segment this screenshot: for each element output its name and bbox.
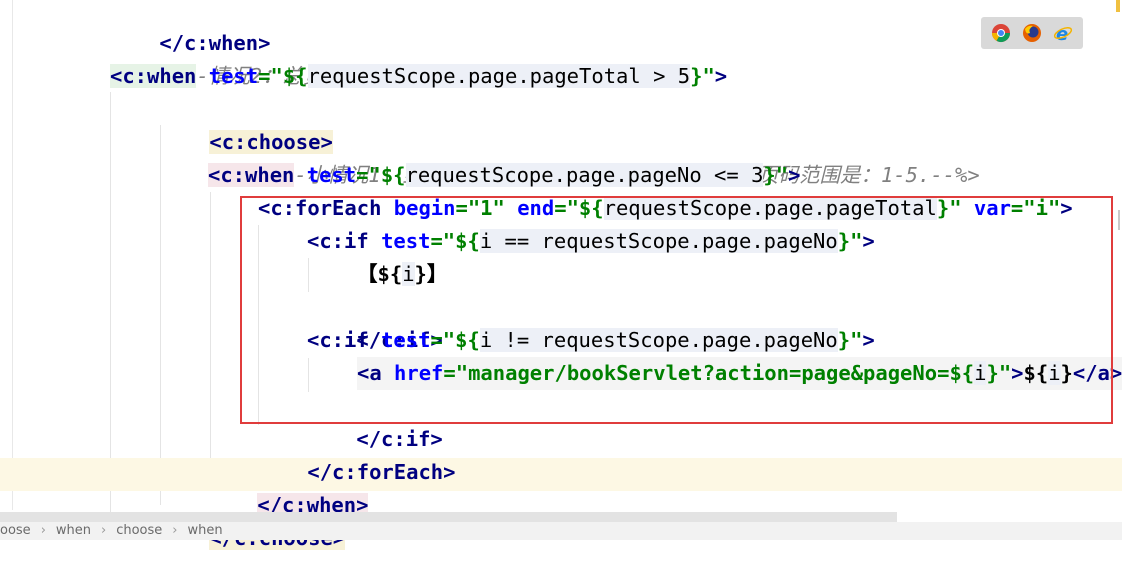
attr-value: ="manager/bookServlet?action=page&pageNo… <box>443 361 950 385</box>
el-close: } <box>763 163 776 187</box>
breadcrumb: oose › when › choose › when <box>0 522 1122 540</box>
tag-close: > <box>788 163 801 187</box>
el-expression: requestScope.page.pageNo <= 3 <box>405 163 764 187</box>
code-line[interactable]: <a href="manager/bookServlet?action=page… <box>357 357 1122 390</box>
breadcrumb-item[interactable]: oose <box>0 522 31 540</box>
el-open: ${ <box>455 328 480 352</box>
ie-icon[interactable]: e <box>1053 23 1073 45</box>
browser-preview-bar: e <box>981 17 1083 49</box>
code-line[interactable]: </c:if> <box>307 390 442 451</box>
el-expression: requestScope.page.pageTotal > 5 <box>307 64 691 88</box>
svg-text:e: e <box>1056 24 1068 43</box>
tag-close: > <box>1011 361 1024 385</box>
attr-quote: " <box>850 229 863 253</box>
el-open: ${ <box>578 196 604 220</box>
if-tag: <c:if <box>307 229 369 253</box>
gutter-divider <box>12 0 13 510</box>
tag-close: > <box>714 64 728 88</box>
tag-close: > <box>862 229 875 253</box>
attr-name: test <box>208 64 259 88</box>
attr-name: end <box>517 196 555 220</box>
attr-quote: " <box>998 361 1012 385</box>
code-line[interactable]: <c:when test="${requestScope.page.pageNo… <box>208 159 800 192</box>
code-line[interactable]: <%--小情况1：当前页码为前面3个：1，2，3的情况，页码范围是：1-5.--… <box>208 126 979 187</box>
el-close: } <box>837 328 851 352</box>
breadcrumb-item[interactable]: when <box>56 522 91 540</box>
indent-guide <box>210 192 211 462</box>
el-close: } <box>414 262 427 286</box>
indent-guide <box>308 258 309 292</box>
when-tag: <c:when <box>208 163 295 187</box>
code-line[interactable]: <c:if test="${i != requestScope.page.pag… <box>307 324 875 357</box>
el-close: } <box>837 229 851 253</box>
el-close: } <box>690 64 703 88</box>
anchor-tag: <a <box>357 361 382 385</box>
attr-name: var <box>973 196 1011 220</box>
code-line[interactable]: </c:when> <box>110 0 270 55</box>
el-expression: i <box>1048 361 1061 385</box>
breadcrumb-item[interactable]: when <box>187 522 222 540</box>
chrome-icon[interactable] <box>991 23 1011 43</box>
el-open: ${ <box>380 163 406 187</box>
attr-value: ="1" <box>455 196 505 220</box>
code-line[interactable]: </c:if> <box>307 291 442 352</box>
foreach-tag: <c:forEach <box>258 196 382 220</box>
el-open: ${ <box>455 229 480 253</box>
chevron-right-icon: › <box>40 523 46 538</box>
current-line-highlight <box>0 458 1122 491</box>
el-close: } <box>986 361 999 385</box>
attr-name: begin <box>393 196 456 220</box>
code-line[interactable]: <c:choose> <box>160 93 333 154</box>
attr-name: test <box>381 328 431 352</box>
attr-value: =" <box>430 229 456 253</box>
attr-value: =" <box>356 163 381 187</box>
indent-guide <box>110 92 111 512</box>
when-tag: <c:when <box>110 64 197 88</box>
bracket-text: 】 <box>426 262 448 286</box>
attr-quote: " <box>949 196 962 220</box>
attr-quote: " <box>850 328 863 352</box>
attr-value: =" <box>554 196 579 220</box>
el-expression: i == requestScope.page.pageNo <box>479 229 838 253</box>
el-expression: i <box>974 361 987 385</box>
code-line[interactable]: </c:forEach> <box>258 423 455 484</box>
close-anchor-tag: </a> <box>1072 361 1122 385</box>
code-line[interactable]: <c:if test="${i == requestScope.page.pag… <box>307 225 875 258</box>
tag-close: > <box>862 328 875 352</box>
if-tag: <c:if <box>307 328 369 352</box>
attr-name: test <box>381 229 431 253</box>
code-line[interactable]: <c:forEach begin="1" end="${requestScope… <box>258 192 1073 225</box>
el-open: ${ <box>949 361 975 385</box>
el-expression: requestScope.page.pageTotal <box>603 196 937 220</box>
attr-value: ="i" <box>1010 196 1061 220</box>
attr-value: =" <box>258 64 283 88</box>
el-expression: i != requestScope.page.pageNo <box>479 328 838 352</box>
code-line[interactable]: <c:when test="${requestScope.page.pageTo… <box>110 60 727 93</box>
el-close: } <box>1060 361 1073 385</box>
code-line[interactable]: <%--情况2：总页码大于5的情况--%> <box>110 27 508 88</box>
tag-close: > <box>1060 196 1073 220</box>
code-line[interactable]: </c:when> <box>208 456 369 517</box>
attr-quote: " <box>775 163 789 187</box>
chevron-right-icon: › <box>101 523 107 538</box>
el-open: ${ <box>282 64 308 88</box>
scroll-marker <box>1118 210 1120 230</box>
breadcrumb-item[interactable]: choose <box>116 522 162 540</box>
chevron-right-icon: › <box>172 523 178 538</box>
el-open: ${ <box>377 262 403 286</box>
code-editor[interactable]: </c:when> <%--情况2：总页码大于5的情况--%> <c:when … <box>0 0 1122 550</box>
attr-value: =" <box>430 328 456 352</box>
bracket-text: 【 <box>357 262 378 286</box>
warning-marker <box>1116 0 1120 12</box>
horizontal-scrollbar[interactable] <box>0 512 897 522</box>
attr-name: test <box>306 163 357 187</box>
firefox-icon[interactable] <box>1022 23 1042 43</box>
el-open: ${ <box>1023 361 1049 385</box>
el-close: } <box>936 196 950 220</box>
code-line[interactable]: 【${i}】 <box>357 258 447 291</box>
attr-quote: " <box>702 64 715 88</box>
indent-guide <box>258 225 259 425</box>
el-expression: i <box>402 262 415 286</box>
attr-name: href <box>394 361 444 385</box>
